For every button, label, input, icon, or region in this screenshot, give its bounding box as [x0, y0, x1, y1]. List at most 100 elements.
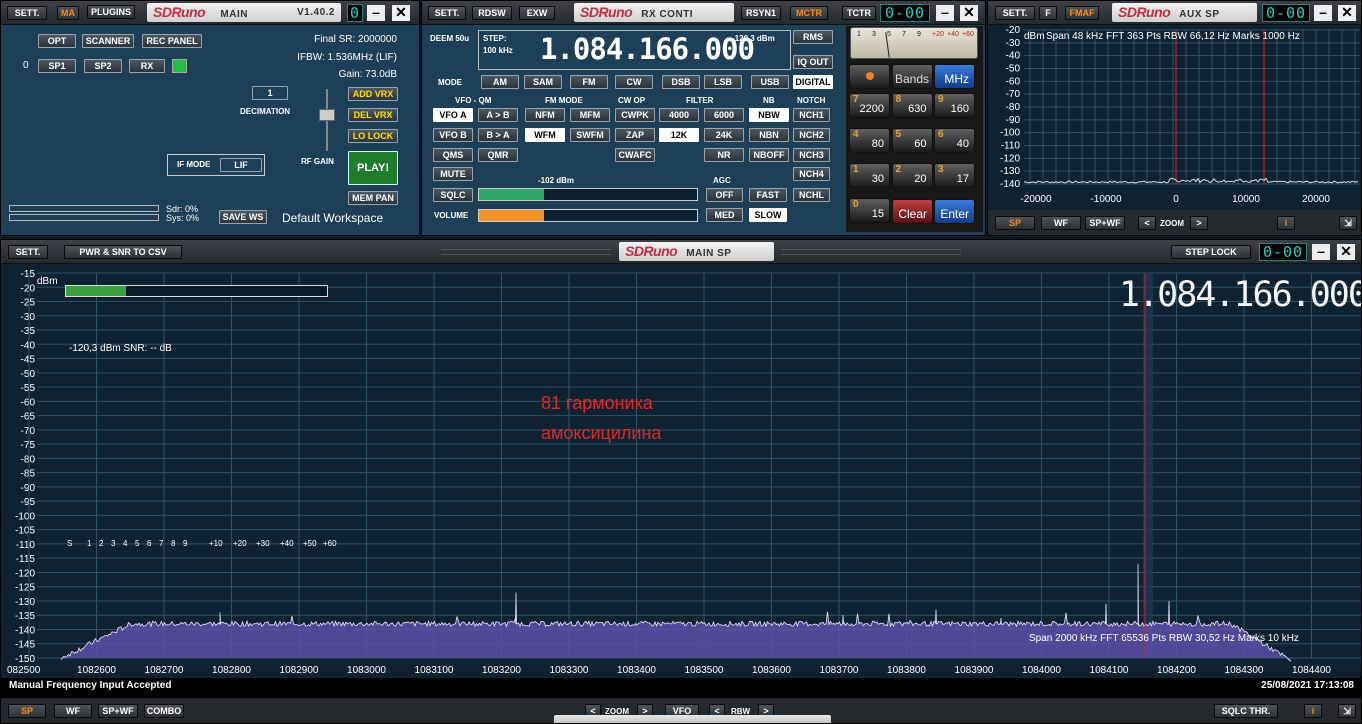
rx-titlebar[interactable]: SETT. RDSW EXW SDRuno RX CONTI RSYN1 MCT… — [422, 1, 985, 25]
mute-button[interactable]: MUTE — [433, 167, 473, 181]
btn-qmr[interactable]: QMR — [478, 148, 518, 162]
sp-info-button[interactable]: i — [1304, 704, 1322, 718]
mode-lsb-button[interactable]: LSB — [704, 75, 742, 89]
record-key[interactable] — [849, 64, 890, 89]
btn-qms[interactable]: QMS — [433, 148, 473, 162]
fmaf-button[interactable]: FMAF — [1065, 6, 1099, 20]
rx-button[interactable]: RX — [129, 59, 165, 73]
aux-sett-button[interactable]: SETT. — [995, 6, 1035, 20]
rsyn1-button[interactable]: RSYN1 — [741, 6, 781, 20]
main-sp-titlebar[interactable]: SETT. PWR & SNR TO CSV SDRuno MAIN SP ST… — [1, 240, 1361, 264]
mode-am-button[interactable]: AM — [481, 75, 519, 89]
keypad-key-7[interactable]: 7 2200 — [849, 93, 890, 118]
agc-med-button[interactable]: MED — [706, 208, 743, 222]
agc-off-button[interactable]: OFF — [706, 188, 743, 202]
main-close-button[interactable]: ✕ — [392, 5, 410, 21]
lo-lock-button[interactable]: LO LOCK — [348, 129, 398, 143]
volume-slider[interactable] — [478, 209, 698, 222]
btn-nch1[interactable]: NCH1 — [793, 108, 830, 122]
btn-nch3[interactable]: NCH3 — [793, 148, 830, 162]
main-plugins-button[interactable]: PLUGINS — [87, 5, 135, 19]
sp-sett-button[interactable]: SETT. — [8, 245, 48, 259]
btn-cwafc[interactable]: CWAFC — [615, 148, 655, 162]
keypad-key-8[interactable]: 8 630 — [891, 93, 933, 118]
iq-out-button[interactable]: IQ OUT — [793, 55, 833, 69]
tctr-button[interactable]: TCTR — [842, 6, 876, 20]
rx-minimize-button[interactable]: – — [936, 5, 954, 21]
aux-spwf-button[interactable]: SP+WF — [1085, 216, 1125, 230]
sp-spwf-button[interactable]: SP+WF — [98, 704, 138, 718]
btn-nboff[interactable]: NBOFF — [749, 148, 789, 162]
aux-info-button[interactable]: i — [1277, 216, 1295, 230]
btn-nbn[interactable]: NBN — [749, 128, 789, 142]
mode-digital-button[interactable]: DIGITAL — [793, 75, 833, 89]
main-minimize-button[interactable]: – — [367, 5, 385, 21]
add-vrx-button[interactable]: ADD VRX — [348, 87, 398, 101]
aux-zoom-in-button[interactable]: > — [1190, 216, 1208, 230]
btn-6000[interactable]: 6000 — [704, 108, 744, 122]
sp-sp-button[interactable]: SP — [8, 704, 46, 718]
rms-button[interactable]: RMS — [793, 30, 833, 44]
btn-mfm[interactable]: MFM — [570, 108, 610, 122]
btn-vfo-b[interactable]: VFO B — [433, 128, 473, 142]
main-sett-button[interactable]: SETT. — [7, 6, 47, 20]
step-lock-button[interactable]: STEP LOCK — [1171, 245, 1251, 259]
bands-key[interactable]: Bands — [892, 64, 933, 89]
keypad-key-2[interactable]: 2 20 — [891, 163, 933, 188]
btn-24k[interactable]: 24K — [704, 128, 744, 142]
aux-titlebar[interactable]: SETT. F FMAF SDRuno AUX SP 0-00 – ✕ — [988, 1, 1361, 25]
rec-panel-button[interactable]: REC PANEL — [142, 34, 202, 48]
btn-nbw[interactable]: NBW — [749, 108, 789, 122]
aux-f-button[interactable]: F — [1039, 6, 1057, 20]
keypad-key-9[interactable]: 9 160 — [934, 93, 975, 118]
agc-slow-button[interactable]: SLOW — [749, 208, 787, 222]
rx-close-button[interactable]: ✕ — [960, 5, 978, 21]
squelch-slider[interactable] — [478, 188, 698, 201]
aux-wf-button[interactable]: WF — [1041, 216, 1081, 230]
btn-b-a[interactable]: B > A — [478, 128, 518, 142]
aux-resize-button[interactable]: ⇲ — [1339, 216, 1357, 230]
aux-zoom-out-button[interactable]: < — [1138, 216, 1156, 230]
btn-vfo-a[interactable]: VFO A — [433, 108, 473, 122]
rx-sett-button[interactable]: SETT. — [428, 6, 466, 20]
main-ma-button[interactable]: MA — [57, 6, 79, 20]
keypad-key-4[interactable]: 4 80 — [849, 128, 890, 153]
sp1-button[interactable]: SP1 — [38, 59, 76, 73]
btn-zap[interactable]: ZAP — [615, 128, 655, 142]
nchl-button[interactable]: NCHL — [793, 188, 830, 202]
keypad-key-0[interactable]: 0 15 — [849, 198, 890, 223]
agc-fast-button[interactable]: FAST — [749, 188, 787, 202]
mode-usb-button[interactable]: USB — [751, 75, 789, 89]
main-spectrum[interactable]: -15 -20 -25 -30 -35 -40 -45 -50 -55 -60 -65 -70 -75 -… — [1, 265, 1361, 678]
sqlc-button[interactable]: SQLC — [433, 188, 473, 202]
aux-minimize-button[interactable]: – — [1314, 5, 1332, 21]
mode-fm-button[interactable]: FM — [570, 75, 608, 89]
btn-cwpk[interactable]: CWPK — [615, 108, 655, 122]
sp-wf-button[interactable]: WF — [54, 704, 92, 718]
btn-wfm[interactable]: WFM — [525, 128, 565, 142]
rdsw-button[interactable]: RDSW — [472, 6, 512, 20]
btn-4000[interactable]: 4000 — [659, 108, 699, 122]
rf-gain-slider-handle[interactable] — [319, 109, 335, 121]
opt-button[interactable]: OPT — [38, 34, 76, 48]
keypad-key-6[interactable]: 6 40 — [934, 128, 975, 153]
rf-gain-slider[interactable] — [319, 89, 335, 151]
sp-minimize-button[interactable]: – — [1312, 244, 1330, 260]
save-ws-button[interactable]: SAVE WS — [219, 210, 267, 224]
keypad-key-3[interactable]: 3 17 — [934, 163, 975, 188]
mhz-key[interactable]: MHz — [934, 64, 975, 89]
aux-close-button[interactable]: ✕ — [1338, 5, 1356, 21]
mode-sam-button[interactable]: SAM — [524, 75, 562, 89]
sp-resize-button[interactable]: ⇲ — [1338, 704, 1356, 718]
mode-dsb-button[interactable]: DSB — [662, 75, 700, 89]
sp-combo-button[interactable]: COMBO — [144, 704, 184, 718]
btn-nch2[interactable]: NCH2 — [793, 128, 830, 142]
sqlc-thr-button[interactable]: SQLC THR. — [1214, 704, 1278, 718]
aux-sp-button[interactable]: SP — [995, 216, 1035, 230]
sp-frequency[interactable]: 1.084.166.000 — [1119, 275, 1361, 315]
sp-close-button[interactable]: ✕ — [1337, 244, 1355, 260]
btn-12k[interactable]: 12K — [659, 128, 699, 142]
clear-key[interactable]: Clear — [892, 199, 933, 224]
sp2-button[interactable]: SP2 — [84, 59, 122, 73]
aux-spectrum[interactable]: -20 -30 -40 -50 -60 -70 -80 -90 -100 -110 -120 -130… — [988, 26, 1361, 209]
